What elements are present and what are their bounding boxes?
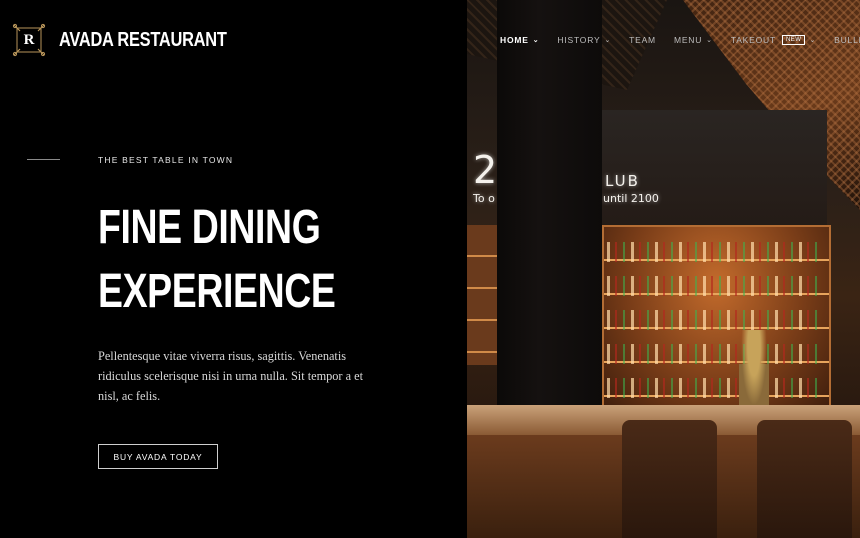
neon-sign-small-right: until 2100 xyxy=(603,192,659,205)
nav-label: HISTORY xyxy=(557,35,601,45)
nav-item-bulle[interactable]: BULLE xyxy=(834,35,860,45)
buy-avada-button[interactable]: BUY AVADA TODAY xyxy=(98,444,218,469)
logo[interactable]: R xyxy=(12,23,46,57)
chevron-down-icon: ⌄ xyxy=(809,37,817,44)
nav-item-team[interactable]: TEAM xyxy=(629,35,656,45)
brand-name[interactable]: AVADA RESTAURANT xyxy=(59,29,227,52)
neon-sign-number: 2 xyxy=(473,148,500,192)
nav-label: TEAM xyxy=(629,35,656,45)
headline-line-1: FINE DINING xyxy=(98,201,321,254)
nav-label: HOME xyxy=(500,35,529,45)
new-badge: NEW xyxy=(781,35,806,45)
nav-item-takeout[interactable]: TAKEOUT NEW ⌄ xyxy=(731,35,816,45)
bar-chair xyxy=(622,420,717,538)
plant xyxy=(739,330,769,415)
headline-line-2: EXPERIENCE xyxy=(98,265,336,318)
nav-item-menu[interactable]: MENU ⌄ xyxy=(674,35,713,45)
nav-item-home[interactable]: HOME ⌄ xyxy=(500,35,539,45)
neon-sign-small-left: To o xyxy=(473,192,495,205)
nav-label: MENU xyxy=(673,35,703,45)
hero-description: Pellentesque vitae viverra risus, sagitt… xyxy=(98,349,364,403)
neon-sign-club: LUB xyxy=(605,172,640,190)
logo-letter: R xyxy=(23,31,35,48)
hero-headline: FINE DINING EXPERIENCE xyxy=(98,196,355,324)
bar-chair xyxy=(757,420,852,538)
bar-wall xyxy=(602,110,827,230)
nav-label: BULLE xyxy=(834,35,860,45)
nav-item-history[interactable]: HISTORY ⌄ xyxy=(557,35,611,45)
tagline-divider xyxy=(27,159,60,160)
hero-tagline: THE BEST TABLE IN TOWN xyxy=(98,155,234,165)
nav-label: TAKEOUT xyxy=(730,35,776,45)
chevron-down-icon: ⌄ xyxy=(532,37,540,44)
chevron-down-icon: ⌄ xyxy=(604,37,612,44)
side-shelves xyxy=(467,225,497,365)
chevron-down-icon: ⌄ xyxy=(706,37,713,44)
bottles xyxy=(607,232,822,407)
hero-photo: 2 LUB To o until 2100 xyxy=(467,0,860,538)
main-nav: HOME ⌄ HISTORY ⌄ TEAM MENU ⌄ TAKEOUT NEW… xyxy=(500,35,860,45)
